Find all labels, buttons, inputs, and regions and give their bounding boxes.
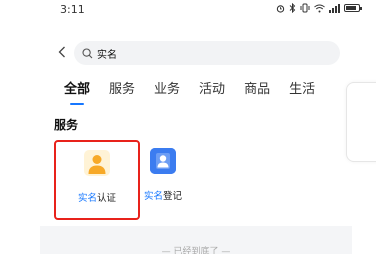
back-button[interactable] [54, 42, 70, 62]
service-label: 实名登记 [144, 188, 182, 202]
search-input[interactable] [97, 47, 317, 59]
section-title: 服务 [54, 118, 79, 132]
status-icons [276, 3, 362, 13]
tab-all[interactable]: 全部 [64, 78, 90, 105]
user-icon [84, 150, 110, 176]
search-bar[interactable] [74, 41, 340, 65]
tab-products[interactable]: 商品 [244, 78, 270, 105]
tab-services[interactable]: 服务 [109, 78, 135, 105]
search-row [0, 38, 376, 68]
wifi-icon [314, 4, 325, 12]
end-of-results-text: — 已经到底了 — [161, 247, 231, 254]
side-floating-panel[interactable] [346, 82, 376, 162]
tab-business[interactable]: 业务 [154, 78, 180, 105]
results-end-band: — 已经到底了 — [40, 226, 352, 254]
service-label-rest: 认证 [97, 193, 117, 204]
service-real-name-registration[interactable]: 实名登记 [120, 140, 206, 220]
category-tabs: 全部 服务 业务 活动 商品 生活 [64, 78, 334, 105]
signal-icon [329, 3, 340, 13]
vibrate-icon [300, 3, 310, 13]
status-time: 3:11 [60, 3, 85, 16]
tab-life[interactable]: 生活 [289, 78, 315, 105]
service-label-rest: 登记 [163, 191, 183, 202]
status-bar: 3:11 [0, 0, 376, 22]
bluetooth-icon [289, 3, 296, 13]
tab-activities[interactable]: 活动 [199, 78, 225, 105]
id-card-icon [150, 148, 176, 174]
service-label-highlight: 实名 [143, 191, 163, 202]
alarm-icon [276, 4, 285, 13]
search-icon [82, 47, 93, 58]
service-label: 实名认证 [78, 190, 116, 204]
battery-icon [344, 4, 362, 12]
service-label-highlight: 实名 [77, 193, 97, 204]
chevron-left-icon [58, 46, 65, 58]
